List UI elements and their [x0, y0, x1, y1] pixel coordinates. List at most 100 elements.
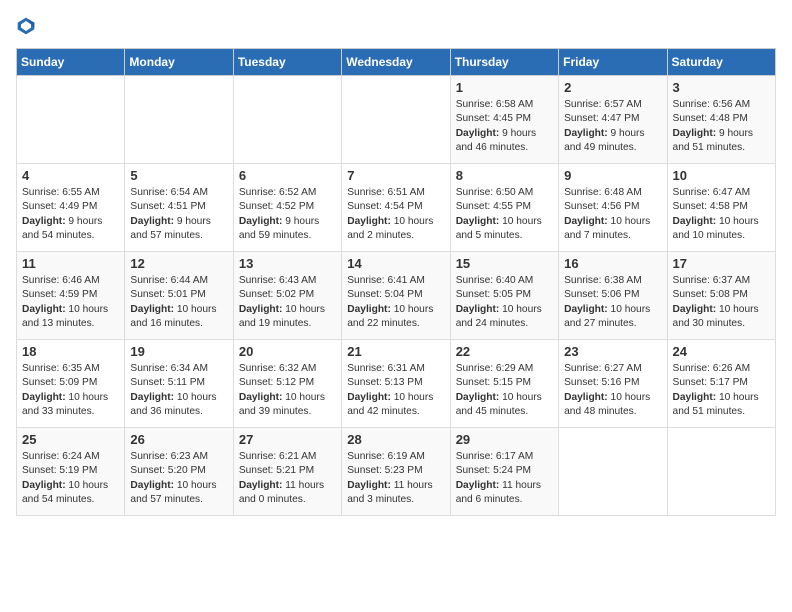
day-info: Sunrise: 6:23 AMSunset: 5:20 PMDaylight:… — [130, 450, 227, 507]
day-number: 26 — [130, 432, 227, 447]
day-info: Sunrise: 6:17 AMSunset: 5:24 PMDaylight:… — [456, 450, 553, 507]
day-number: 1 — [456, 80, 553, 95]
day-info: Sunrise: 6:29 AMSunset: 5:15 PMDaylight:… — [456, 362, 553, 419]
day-info: Sunrise: 6:34 AMSunset: 5:11 PMDaylight:… — [130, 362, 227, 419]
calendar-cell: 6 Sunrise: 6:52 AMSunset: 4:52 PMDaylight… — [233, 164, 341, 252]
calendar-cell: 9 Sunrise: 6:48 AMSunset: 4:56 PMDaylight… — [559, 164, 667, 252]
calendar-cell: 26 Sunrise: 6:23 AMSunset: 5:20 PMDayligh… — [125, 428, 233, 516]
day-number: 17 — [673, 256, 770, 271]
day-number: 16 — [564, 256, 661, 271]
calendar-cell: 28 Sunrise: 6:19 AMSunset: 5:23 PMDayligh… — [342, 428, 450, 516]
day-number: 21 — [347, 344, 444, 359]
day-info: Sunrise: 6:38 AMSunset: 5:06 PMDaylight:… — [564, 274, 661, 331]
day-number: 27 — [239, 432, 336, 447]
day-info: Sunrise: 6:21 AMSunset: 5:21 PMDaylight:… — [239, 450, 336, 507]
calendar-cell: 24 Sunrise: 6:26 AMSunset: 5:17 PMDayligh… — [667, 340, 775, 428]
calendar-week-row: 11 Sunrise: 6:46 AMSunset: 4:59 PMDayligh… — [17, 252, 776, 340]
day-info: Sunrise: 6:44 AMSunset: 5:01 PMDaylight:… — [130, 274, 227, 331]
day-info: Sunrise: 6:26 AMSunset: 5:17 PMDaylight:… — [673, 362, 770, 419]
calendar-cell: 25 Sunrise: 6:24 AMSunset: 5:19 PMDayligh… — [17, 428, 125, 516]
day-number: 29 — [456, 432, 553, 447]
day-number: 23 — [564, 344, 661, 359]
day-number: 3 — [673, 80, 770, 95]
calendar-cell: 1 Sunrise: 6:58 AMSunset: 4:45 PMDaylight… — [450, 76, 558, 164]
calendar-cell: 8 Sunrise: 6:50 AMSunset: 4:55 PMDaylight… — [450, 164, 558, 252]
calendar-cell: 21 Sunrise: 6:31 AMSunset: 5:13 PMDayligh… — [342, 340, 450, 428]
calendar-cell: 18 Sunrise: 6:35 AMSunset: 5:09 PMDayligh… — [17, 340, 125, 428]
day-number: 11 — [22, 256, 119, 271]
weekday-header-friday: Friday — [559, 49, 667, 76]
calendar-cell: 7 Sunrise: 6:51 AMSunset: 4:54 PMDaylight… — [342, 164, 450, 252]
day-info: Sunrise: 6:51 AMSunset: 4:54 PMDaylight:… — [347, 186, 444, 243]
calendar-cell: 15Sunrise: 6:40 AMSunset: 5:05 PMDayligh… — [450, 252, 558, 340]
day-number: 2 — [564, 80, 661, 95]
calendar-cell: 14 Sunrise: 6:41 AMSunset: 5:04 PMDayligh… — [342, 252, 450, 340]
day-info: Sunrise: 6:48 AMSunset: 4:56 PMDaylight:… — [564, 186, 661, 243]
day-info: Sunrise: 6:55 AMSunset: 4:49 PMDaylight:… — [22, 186, 119, 243]
day-info: Sunrise: 6:32 AMSunset: 5:12 PMDaylight:… — [239, 362, 336, 419]
day-info: Sunrise: 6:52 AMSunset: 4:52 PMDaylight:… — [239, 186, 336, 243]
day-info: Sunrise: 6:58 AMSunset: 4:45 PMDaylight:… — [456, 98, 553, 155]
page-header — [16, 16, 776, 36]
day-number: 6 — [239, 168, 336, 183]
day-number: 19 — [130, 344, 227, 359]
day-info: Sunrise: 6:37 AMSunset: 5:08 PMDaylight:… — [673, 274, 770, 331]
calendar-week-row: 1 Sunrise: 6:58 AMSunset: 4:45 PMDaylight… — [17, 76, 776, 164]
weekday-header-monday: Monday — [125, 49, 233, 76]
calendar-cell: 27 Sunrise: 6:21 AMSunset: 5:21 PMDayligh… — [233, 428, 341, 516]
day-number: 15 — [456, 256, 553, 271]
day-info: Sunrise: 6:46 AMSunset: 4:59 PMDaylight:… — [22, 274, 119, 331]
calendar-week-row: 18 Sunrise: 6:35 AMSunset: 5:09 PMDayligh… — [17, 340, 776, 428]
calendar-cell: 17 Sunrise: 6:37 AMSunset: 5:08 PMDayligh… — [667, 252, 775, 340]
calendar-cell: 10 Sunrise: 6:47 AMSunset: 4:58 PMDayligh… — [667, 164, 775, 252]
day-info: Sunrise: 6:43 AMSunset: 5:02 PMDaylight:… — [239, 274, 336, 331]
day-info: Sunrise: 6:57 AMSunset: 4:47 PMDaylight:… — [564, 98, 661, 155]
day-info: Sunrise: 6:35 AMSunset: 5:09 PMDaylight:… — [22, 362, 119, 419]
day-info: Sunrise: 6:31 AMSunset: 5:13 PMDaylight:… — [347, 362, 444, 419]
day-number: 24 — [673, 344, 770, 359]
day-number: 28 — [347, 432, 444, 447]
weekday-header-sunday: Sunday — [17, 49, 125, 76]
weekday-header-thursday: Thursday — [450, 49, 558, 76]
day-number: 8 — [456, 168, 553, 183]
day-number: 25 — [22, 432, 119, 447]
day-number: 14 — [347, 256, 444, 271]
calendar-cell: 19 Sunrise: 6:34 AMSunset: 5:11 PMDayligh… — [125, 340, 233, 428]
day-number: 20 — [239, 344, 336, 359]
day-number: 10 — [673, 168, 770, 183]
weekday-header-row: SundayMondayTuesdayWednesdayThursdayFrid… — [17, 49, 776, 76]
calendar-cell: 11 Sunrise: 6:46 AMSunset: 4:59 PMDayligh… — [17, 252, 125, 340]
calendar-cell: 12Sunrise: 6:44 AMSunset: 5:01 PMDayligh… — [125, 252, 233, 340]
day-number: 22 — [456, 344, 553, 359]
day-info: Sunrise: 6:24 AMSunset: 5:19 PMDaylight:… — [22, 450, 119, 507]
calendar-cell — [233, 76, 341, 164]
day-number: 9 — [564, 168, 661, 183]
weekday-header-tuesday: Tuesday — [233, 49, 341, 76]
calendar-cell: 20 Sunrise: 6:32 AMSunset: 5:12 PMDayligh… — [233, 340, 341, 428]
calendar-table: SundayMondayTuesdayWednesdayThursdayFrid… — [16, 48, 776, 516]
day-number: 13 — [239, 256, 336, 271]
calendar-cell: 16 Sunrise: 6:38 AMSunset: 5:06 PMDayligh… — [559, 252, 667, 340]
calendar-cell: 2 Sunrise: 6:57 AMSunset: 4:47 PMDaylight… — [559, 76, 667, 164]
calendar-cell: 29 Sunrise: 6:17 AMSunset: 5:24 PMDayligh… — [450, 428, 558, 516]
logo — [16, 16, 40, 36]
day-info: Sunrise: 6:50 AMSunset: 4:55 PMDaylight:… — [456, 186, 553, 243]
calendar-cell — [342, 76, 450, 164]
day-number: 7 — [347, 168, 444, 183]
day-info: Sunrise: 6:56 AMSunset: 4:48 PMDaylight:… — [673, 98, 770, 155]
day-number: 4 — [22, 168, 119, 183]
day-number: 18 — [22, 344, 119, 359]
calendar-cell — [667, 428, 775, 516]
calendar-cell: 4 Sunrise: 6:55 AMSunset: 4:49 PMDaylight… — [17, 164, 125, 252]
day-info: Sunrise: 6:41 AMSunset: 5:04 PMDaylight:… — [347, 274, 444, 331]
day-info: Sunrise: 6:54 AMSunset: 4:51 PMDaylight:… — [130, 186, 227, 243]
calendar-cell: 22 Sunrise: 6:29 AMSunset: 5:15 PMDayligh… — [450, 340, 558, 428]
calendar-week-row: 25 Sunrise: 6:24 AMSunset: 5:19 PMDayligh… — [17, 428, 776, 516]
day-info: Sunrise: 6:47 AMSunset: 4:58 PMDaylight:… — [673, 186, 770, 243]
weekday-header-saturday: Saturday — [667, 49, 775, 76]
weekday-header-wednesday: Wednesday — [342, 49, 450, 76]
day-info: Sunrise: 6:27 AMSunset: 5:16 PMDaylight:… — [564, 362, 661, 419]
logo-icon — [16, 16, 36, 36]
calendar-cell — [125, 76, 233, 164]
day-info: Sunrise: 6:19 AMSunset: 5:23 PMDaylight:… — [347, 450, 444, 507]
